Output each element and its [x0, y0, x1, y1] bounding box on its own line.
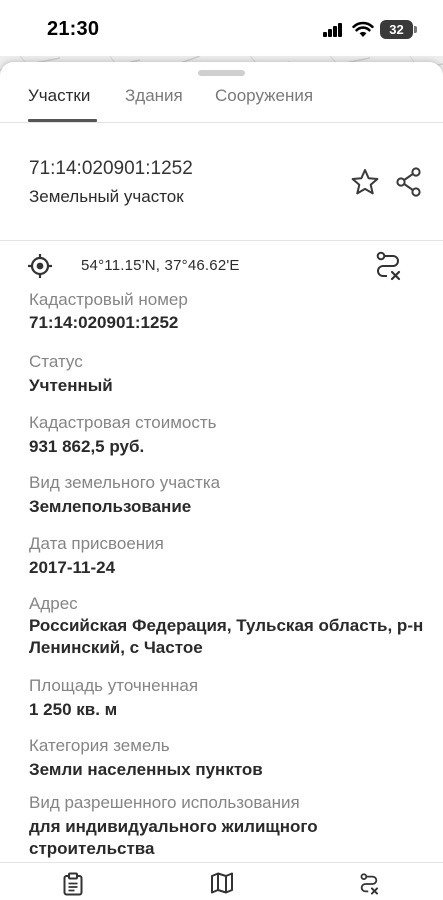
prop-value-area: 1 250 кв. м	[29, 700, 118, 719]
bottom-nav	[0, 862, 443, 900]
tab-buildings[interactable]: Здания	[125, 86, 183, 106]
prop-value-cost: 931 862,5 руб.	[29, 437, 145, 456]
parcel-type: Земельный участок	[29, 187, 184, 206]
prop-label-status: Статус	[29, 352, 83, 371]
battery-indicator: 32	[380, 20, 413, 39]
status-time: 21:30	[47, 18, 100, 40]
route-icon[interactable]	[358, 872, 380, 896]
clipboard-icon[interactable]	[62, 872, 84, 896]
prop-value-land-category: Земли населенных пунктов	[29, 760, 263, 779]
prop-value-status: Учтенный	[29, 376, 113, 395]
prop-label-cost: Кадастровая стоимость	[29, 413, 217, 432]
prop-label-area: Площадь уточненная	[29, 676, 199, 695]
prop-label-parcel-kind: Вид земельного участка	[29, 473, 221, 492]
prop-value-permitted-use: для индивидуального жилищного строительс…	[29, 817, 318, 858]
parcel-id: 71:14:020901:1252	[29, 158, 193, 179]
prop-value-cadastral-number: 71:14:020901:1252	[29, 313, 179, 332]
sheet-grabber[interactable]	[198, 70, 245, 76]
details-sheet: Участки Здания Сооружения 71:14:020901:1…	[0, 62, 443, 862]
share-icon[interactable]	[395, 167, 423, 197]
signal-icon	[323, 23, 343, 37]
prop-label-cadastral-number: Кадастровый номер	[29, 290, 188, 309]
prop-value-assign-date: 2017-11-24	[29, 558, 116, 577]
prop-label-assign-date: Дата присвоения	[29, 534, 164, 553]
tabs-divider	[0, 122, 443, 123]
coordinates-row: 54°11.15'N, 37°46.62'E	[0, 240, 443, 292]
tab-structures[interactable]: Сооружения	[215, 86, 313, 106]
battery-tip	[414, 26, 417, 33]
crosshair-icon[interactable]	[27, 253, 53, 279]
prop-value-parcel-kind: Землепользование	[29, 497, 192, 516]
tab-bar: Участки Здания Сооружения	[0, 80, 443, 124]
map-icon[interactable]	[210, 872, 234, 894]
star-icon[interactable]	[350, 168, 380, 196]
prop-value-address: Российская Федерация, Тульская область, …	[29, 616, 424, 657]
prop-label-land-category: Категория земель	[29, 736, 170, 755]
prop-label-address: Адрес	[29, 594, 78, 613]
status-bar: 21:30 32	[0, 0, 443, 56]
tab-parcels[interactable]: Участки	[28, 86, 90, 106]
coordinates-text: 54°11.15'N, 37°46.62'E	[81, 257, 240, 274]
prop-label-permitted-use: Вид разрешенного использования	[29, 793, 300, 812]
route-icon[interactable]	[373, 250, 403, 282]
wifi-icon	[352, 21, 374, 37]
